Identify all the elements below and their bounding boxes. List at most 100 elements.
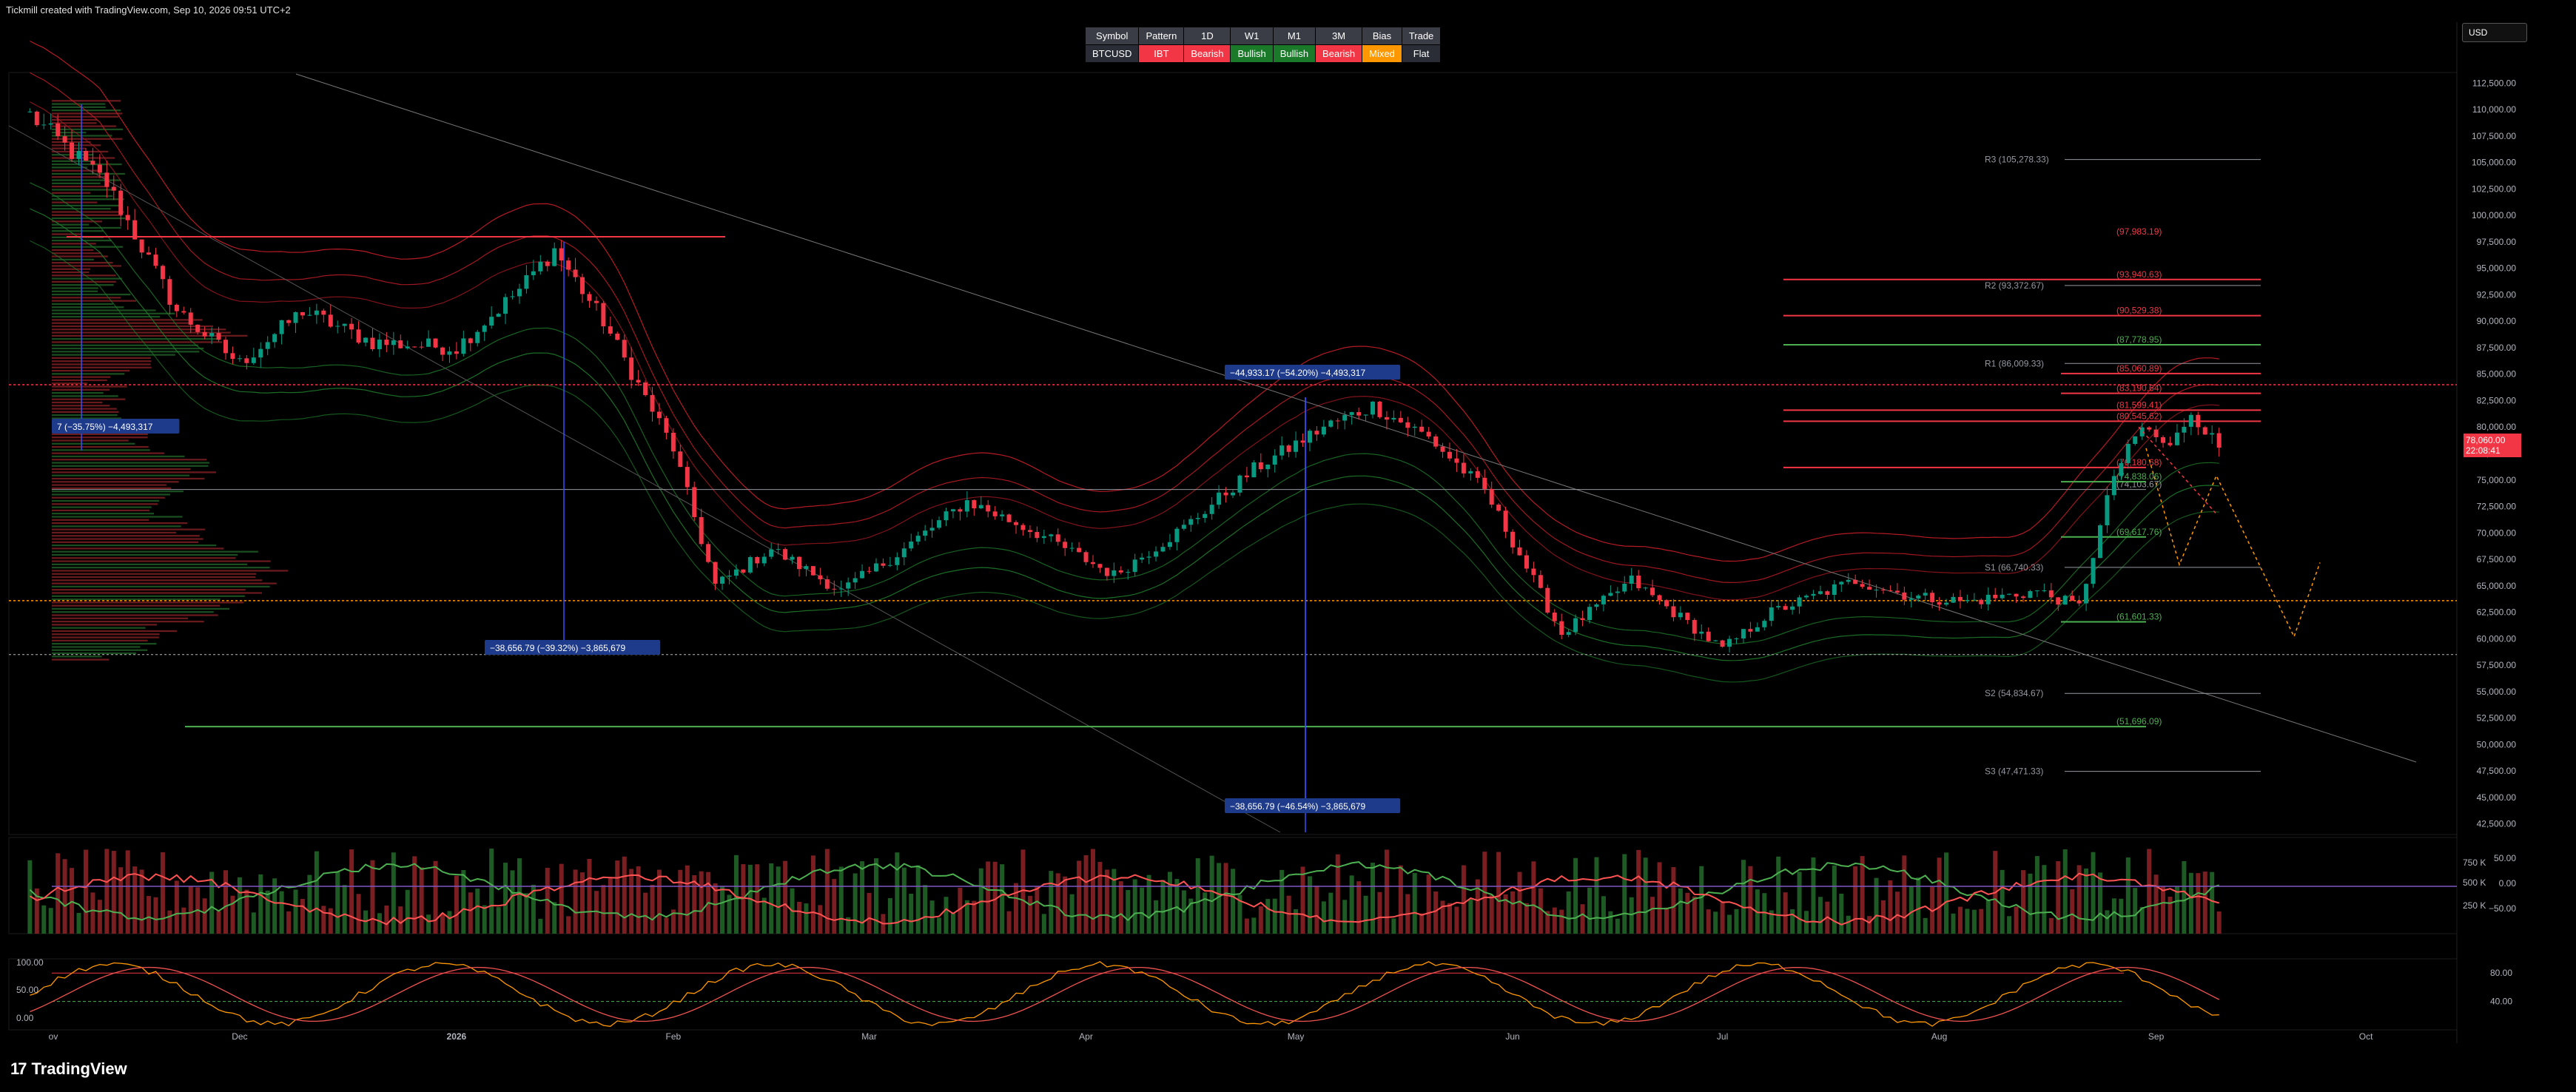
candle — [1825, 590, 1830, 600]
candle-body — [104, 172, 110, 187]
candle — [2084, 583, 2089, 611]
candle-body — [1496, 505, 1501, 511]
volume-bar — [482, 905, 487, 934]
candle-body — [1741, 629, 1746, 638]
marked-level: (61,601.33) — [2061, 611, 2162, 623]
candle — [2168, 437, 2173, 447]
candle-body — [426, 338, 431, 347]
candle — [1419, 419, 1425, 433]
volume-bar — [454, 875, 459, 934]
candle — [503, 293, 508, 325]
volume-bar — [573, 869, 578, 934]
chart-canvas[interactable]: 112,500.00 110,000.00 107,500.00 105,000.00… — [0, 0, 2576, 1092]
candle — [405, 340, 410, 350]
candle-body — [1769, 607, 1774, 621]
volume-axis-tick: 250 K — [2463, 900, 2486, 911]
candle-body — [747, 557, 753, 573]
candle-body — [2097, 525, 2102, 559]
volume-bar — [1985, 899, 1991, 934]
candle — [986, 499, 991, 518]
candle — [132, 209, 138, 240]
tradingview-brand[interactable]: 17 TradingView — [10, 1059, 127, 1079]
volume-bar — [1489, 894, 1494, 934]
candle-body — [2028, 590, 2033, 599]
candle-body — [48, 123, 53, 125]
candle-body — [1126, 572, 1131, 573]
volume-bars — [27, 849, 2222, 934]
candle — [1629, 567, 1634, 591]
candle — [174, 303, 179, 317]
volume-osc-tick: 0.00 — [2499, 878, 2517, 889]
volume-bar — [223, 870, 228, 934]
volume-bar — [83, 849, 88, 934]
candle-body — [118, 190, 124, 215]
candle — [510, 290, 515, 300]
volume-profile-bar — [52, 598, 221, 601]
candle — [1755, 622, 1760, 632]
volume-bar — [1020, 849, 1026, 934]
candle-body — [2174, 432, 2179, 445]
marked-level-label: (69,617.76) — [2116, 527, 2162, 537]
candle — [692, 482, 697, 522]
volume-bar — [1069, 894, 1075, 934]
volume-profile-bar — [52, 655, 102, 658]
candle — [1041, 530, 1046, 545]
volume-axis-tick: 750 K — [2463, 857, 2486, 868]
candle — [538, 255, 543, 275]
candle-body — [1727, 638, 1732, 647]
candle-body — [881, 563, 886, 566]
candle — [314, 303, 319, 324]
volume-bar — [216, 911, 221, 934]
candle-body — [1433, 436, 1439, 447]
price-axis-tick: 47,500.00 — [2477, 766, 2517, 776]
candle — [139, 239, 144, 259]
volume-bar — [335, 872, 340, 934]
volume-bar — [1000, 864, 1005, 934]
candle-body — [363, 337, 369, 343]
volume-bar — [1371, 863, 1376, 934]
candle — [860, 564, 865, 579]
volume-bar — [1594, 857, 1599, 934]
volume-profile-bar — [52, 627, 146, 629]
candle-body — [559, 248, 564, 261]
volume-bar — [468, 892, 473, 934]
volume-profile-bar — [52, 163, 122, 166]
candle-body — [34, 111, 39, 126]
candle — [1272, 449, 1277, 473]
volume-profile-bar — [52, 614, 218, 616]
candle — [2139, 422, 2145, 440]
volume-profile-bar — [52, 547, 224, 550]
volume-profile-bar — [52, 115, 119, 118]
volume-bar — [62, 859, 67, 934]
volume-profile-bar — [52, 646, 141, 648]
candle-body — [111, 186, 116, 191]
candle-body — [328, 314, 333, 327]
candle — [1769, 599, 1774, 627]
volume-profile-bar — [52, 437, 148, 439]
tradingview-logo-icon: 17 — [10, 1059, 27, 1078]
candle — [923, 525, 928, 542]
candle — [230, 346, 235, 365]
marked-level-label: (97,983.19) — [2116, 226, 2162, 237]
candle-body — [978, 505, 983, 509]
candle-body — [1957, 596, 1963, 601]
volume-bar — [90, 892, 95, 934]
candle — [1496, 502, 1501, 512]
volume-bar — [426, 914, 431, 934]
candle — [1524, 550, 1529, 573]
volume-bar — [2174, 886, 2179, 934]
candle-body — [468, 338, 473, 343]
candle-body — [538, 261, 543, 272]
volume-bar — [1454, 906, 1459, 934]
volume-profile-bar — [52, 570, 289, 572]
volume-profile-bar — [52, 433, 148, 436]
candle — [1294, 431, 1299, 458]
volume-bar — [1307, 876, 1312, 934]
volume-profile-bar — [52, 503, 158, 505]
volume-bar — [761, 897, 767, 934]
candle-body — [1699, 631, 1704, 634]
volume-profile-bar — [52, 246, 124, 248]
price-axis-tick: 60,000.00 — [2477, 633, 2517, 644]
volume-bar — [1154, 900, 1159, 934]
candle-body — [873, 563, 878, 572]
